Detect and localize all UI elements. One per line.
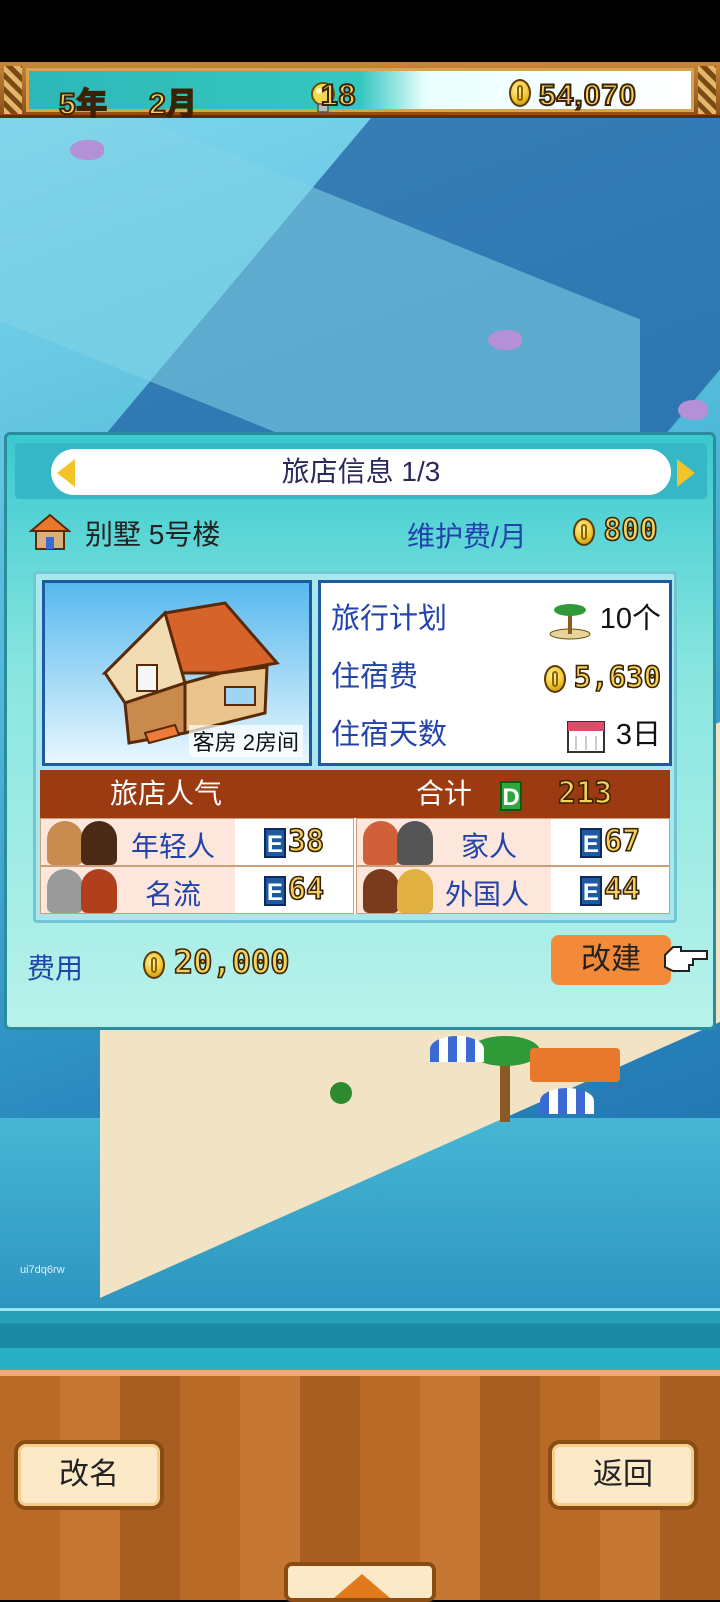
beach-umbrella-icon	[540, 1088, 594, 1114]
water-strip	[0, 1308, 720, 1373]
popularity-total-value: 213	[557, 775, 613, 812]
building-roof	[530, 1048, 620, 1082]
popularity-grid: 年轻人 E 38 家人 E 67 名流 E 64 外国人 E 44	[40, 818, 670, 914]
customer-faces-icon	[363, 821, 439, 865]
watermark: ui7dq6rw	[20, 1264, 65, 1276]
cost-value: 20,000	[173, 942, 290, 982]
lodging-fee-value: 5,630	[573, 659, 662, 695]
dialog-title: 旅店信息 1/3	[51, 449, 671, 495]
hotel-detail-panel: 客房 2房间 旅行计划 10个 住宿费 5,630 住宿天数 3日 旅店人气 合…	[33, 571, 677, 923]
rope-decoration	[4, 66, 22, 114]
group-label: 家人	[461, 831, 518, 862]
cost-label: 费用	[27, 953, 84, 984]
popularity-young: 年轻人 E 38	[40, 818, 354, 866]
group-value-group: E 44	[551, 867, 669, 913]
month-display: 2月	[148, 87, 198, 122]
popularity-family: 家人 E 67	[356, 818, 670, 866]
hotel-picture: 客房 2房间	[42, 580, 312, 766]
hotel-info-dialog: 旅店信息 1/3 别墅 5号楼 维护费/月 800 客房 2房间 旅行计划 10…	[4, 432, 716, 1030]
stat-value-group: 5,630	[543, 649, 662, 706]
watermelon-icon	[330, 1082, 352, 1104]
next-page-arrow-icon[interactable]	[677, 459, 695, 487]
stat-value-group: 3日	[564, 707, 661, 763]
group-label: 外国人	[445, 879, 530, 910]
fish-icon	[70, 140, 104, 160]
popularity-total-label: 合计	[416, 778, 473, 809]
popularity-title: 旅店人气	[110, 778, 223, 809]
maintenance-label: 维护费/月	[407, 521, 527, 552]
popularity-foreigner: 外国人 E 44	[356, 866, 670, 914]
fish-icon	[488, 330, 522, 350]
hotel-name[interactable]: 别墅 5号楼	[85, 513, 220, 553]
stat-label: 旅行计划	[331, 603, 448, 635]
system-status-bar	[0, 0, 720, 62]
stay-days-value: 3日	[615, 719, 661, 751]
coin-icon	[543, 665, 566, 694]
rope-decoration	[698, 66, 716, 114]
group-label: 名流	[145, 879, 202, 910]
money-display: 54,070	[538, 78, 637, 113]
ideas-count: 18	[320, 78, 357, 113]
coin-icon	[143, 950, 165, 979]
back-button[interactable]: 返回	[548, 1440, 698, 1510]
group-value-group: E 64	[235, 867, 353, 913]
game-hud: 5年 2月 18 54,070	[0, 62, 720, 122]
stat-value-group: 10个	[548, 591, 661, 647]
hotel-stats: 旅行计划 10个 住宿费 5,630 住宿天数 3日	[318, 580, 672, 766]
dialog-title-bar: 旅店信息 1/3	[15, 443, 707, 499]
stat-row-stay-days: 住宿天数 3日	[331, 707, 661, 763]
stat-row-lodging-fee: 住宿费 5,630	[331, 649, 662, 706]
palm-tree-icon	[470, 1036, 540, 1122]
calendar-icon	[566, 721, 605, 754]
group-value-group: E 38	[235, 819, 353, 865]
maintenance-value-group: 800	[573, 512, 659, 549]
coin-icon	[573, 518, 595, 547]
coin-icon	[509, 79, 531, 107]
fish-icon	[678, 400, 708, 420]
bottom-menu-bar: 改名 返回	[0, 1370, 720, 1602]
stat-row-tour-plans: 旅行计划 10个	[331, 591, 661, 647]
rename-button[interactable]: 改名	[14, 1440, 164, 1510]
popularity-total-grade: D	[500, 770, 524, 818]
beach-umbrella-icon	[430, 1036, 484, 1062]
customer-faces-icon	[47, 869, 123, 913]
customer-faces-icon	[47, 821, 123, 865]
expand-menu-button[interactable]	[284, 1562, 436, 1602]
group-value-group: E 67	[551, 819, 669, 865]
rebuild-button[interactable]: 改建	[551, 935, 671, 985]
up-arrow-icon	[334, 1574, 390, 1598]
popularity-header: 旅店人气 合计 D 213	[40, 770, 670, 818]
pointing-hand-icon	[664, 946, 708, 972]
room-count-caption: 客房 2房间	[188, 725, 303, 757]
customer-faces-icon	[363, 869, 439, 913]
prev-page-arrow-icon[interactable]	[57, 459, 75, 487]
house-icon	[29, 513, 71, 550]
year-display: 5年	[58, 87, 108, 122]
island-icon	[549, 604, 591, 640]
hud-panel: 5年 2月 18 54,070	[26, 68, 694, 122]
maintenance-value: 800	[603, 512, 659, 549]
cost-value-group: 20,000	[143, 942, 290, 982]
group-label: 年轻人	[131, 831, 216, 862]
stat-label: 住宿天数	[331, 719, 448, 751]
stat-label: 住宿费	[331, 661, 419, 693]
tour-plans-value: 10个	[599, 603, 661, 635]
popularity-celebrity: 名流 E 64	[40, 866, 354, 914]
